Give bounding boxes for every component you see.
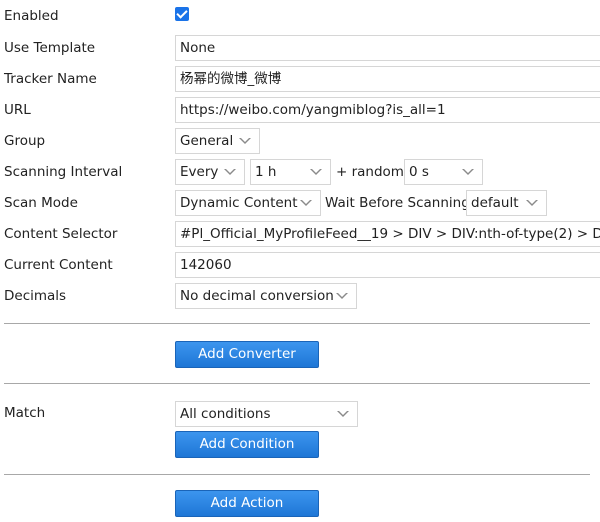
scan-mode-label: Scan Mode [4,195,78,211]
scan-mode-select[interactable]: Dynamic Content [175,190,321,216]
scan-mode-value: Dynamic Content [180,195,298,211]
group-value: General [180,133,234,149]
scanning-interval-label: Scanning Interval [4,164,123,180]
decimals-label: Decimals [4,288,67,304]
url-label: URL [4,102,31,118]
content-selector-input[interactable]: #Pl_Official_MyProfileFeed__19 > DIV > D… [175,221,600,247]
url-value: https://weibo.com/yangmiblog?is_all=1 [180,102,446,118]
enabled-label: Enabled [4,8,59,24]
match-select[interactable]: All conditions [175,401,358,427]
random-value: 0 s [409,164,429,180]
chevron-down-icon [462,169,474,175]
current-content-label: Current Content [4,257,113,273]
current-content-field[interactable]: 142060 [175,252,600,278]
chevron-down-icon [239,138,251,144]
match-label: Match [4,405,46,421]
wait-before-scanning-label: Wait Before Scanning [325,195,470,211]
chevron-down-icon [224,169,236,175]
add-converter-button[interactable]: Add Converter [175,341,319,368]
interval-mode-value: Every [180,164,219,180]
url-input[interactable]: https://weibo.com/yangmiblog?is_all=1 [175,97,600,123]
add-condition-button[interactable]: Add Condition [175,431,319,458]
use-template-field[interactable]: None [175,35,600,61]
chevron-down-icon [336,293,348,299]
tracker-settings-form: Enabled Use Template None Tracker Name 杨… [0,0,600,522]
add-action-button[interactable]: Add Action [175,490,319,517]
section-divider [4,383,590,384]
use-template-label: Use Template [4,40,96,56]
enabled-checkbox[interactable] [175,7,189,21]
group-select[interactable]: General [175,128,260,154]
section-divider [4,474,590,475]
interval-value: 1 h [255,164,277,180]
random-select[interactable]: 0 s [404,159,483,185]
tracker-name-label: Tracker Name [4,71,97,87]
wait-before-scanning-value: default [471,195,519,211]
section-divider [4,323,590,324]
content-selector-value: #Pl_Official_MyProfileFeed__19 > DIV > D… [180,226,600,242]
chevron-down-icon [337,411,349,417]
decimals-value: No decimal conversion [180,288,334,304]
interval-select[interactable]: 1 h [250,159,331,185]
chevron-down-icon [526,200,538,206]
decimals-select[interactable]: No decimal conversion [175,283,357,309]
match-value: All conditions [180,406,271,422]
use-template-value: None [180,40,216,56]
chevron-down-icon [310,169,322,175]
current-content-value: 142060 [180,257,232,273]
group-label: Group [4,133,46,149]
chevron-down-icon [300,200,312,206]
random-label: + random [336,164,404,180]
tracker-name-input[interactable]: 杨幂的微博_微博 [175,66,600,92]
interval-mode-select[interactable]: Every [175,159,245,185]
wait-before-scanning-select[interactable]: default [466,190,547,216]
tracker-name-value: 杨幂的微博_微博 [180,71,282,87]
content-selector-label: Content Selector [4,226,118,242]
